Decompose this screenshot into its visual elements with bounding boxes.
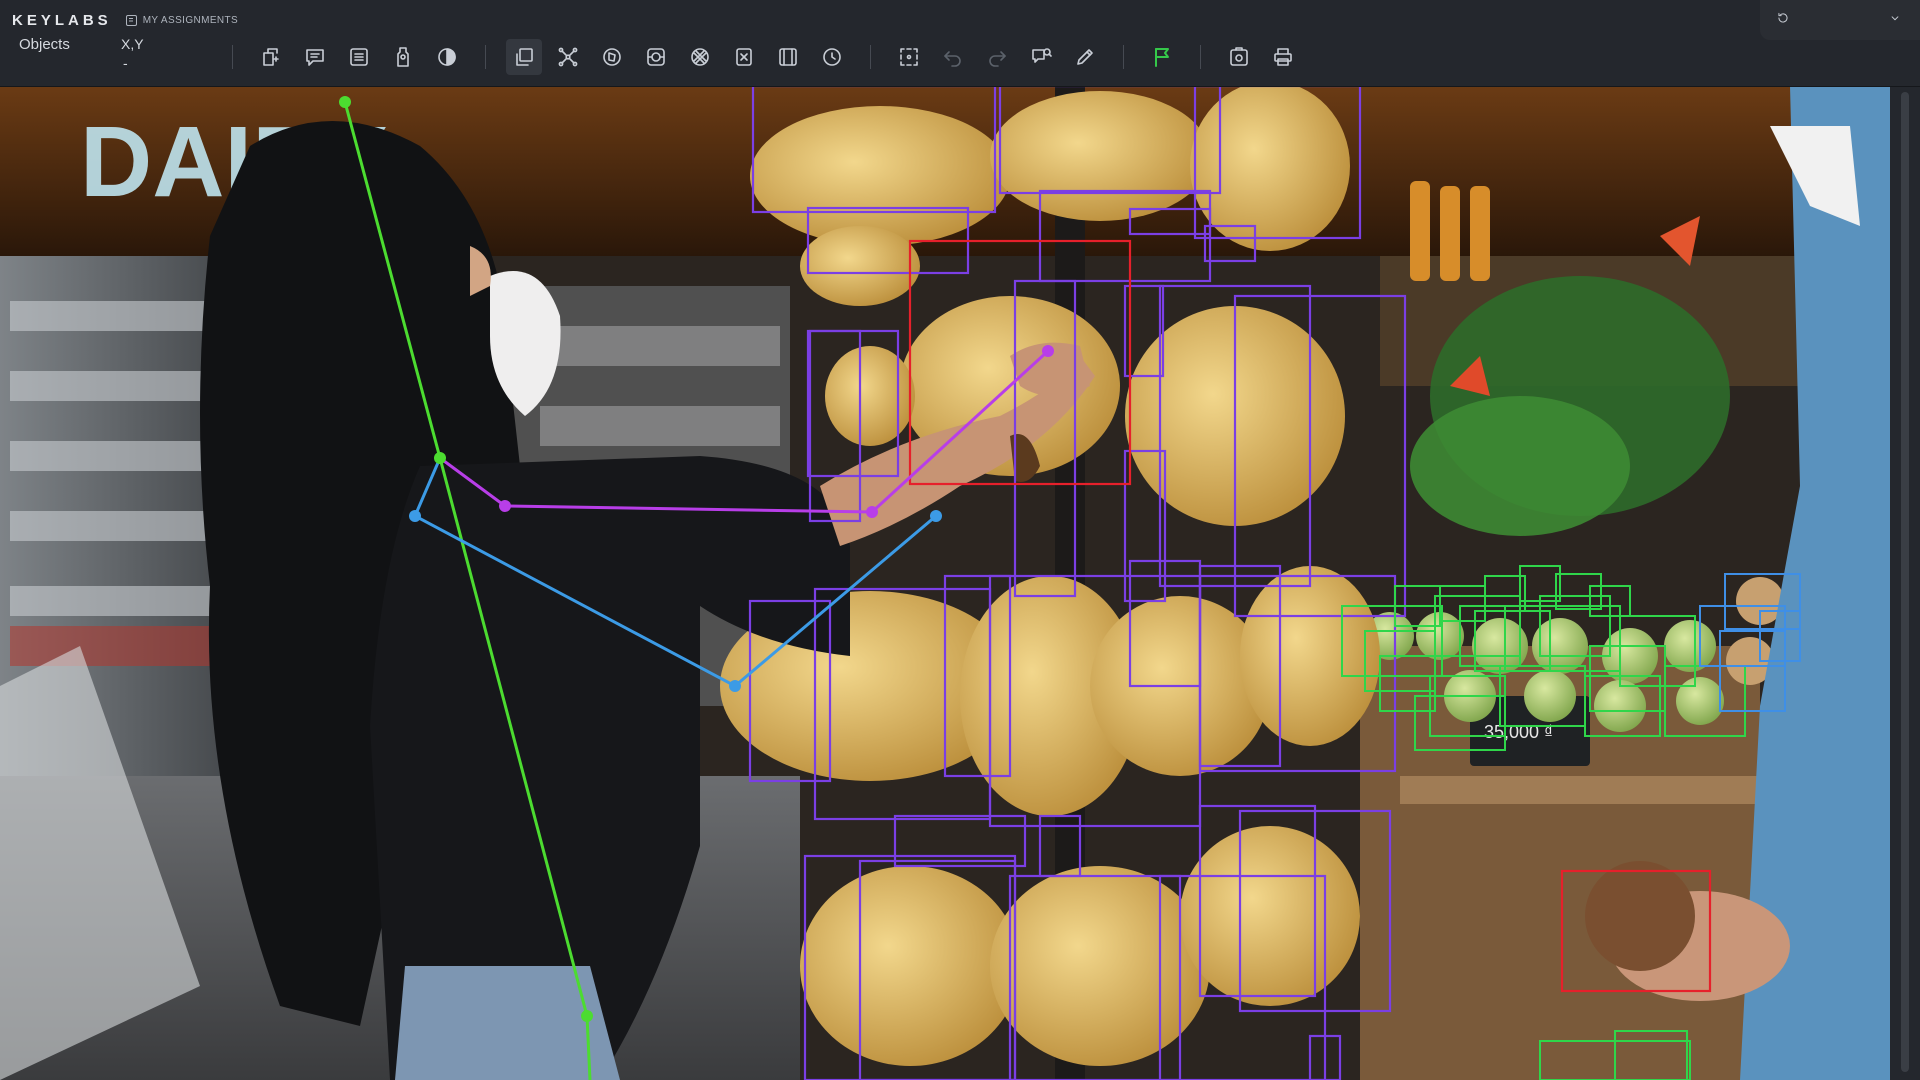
history-icon[interactable] <box>1776 11 1790 30</box>
brand-row: KEYLABS MY ASSIGNMENTS <box>12 9 238 31</box>
app-logo: KEYLABS <box>12 11 112 29</box>
snapshot-icon[interactable] <box>1221 39 1257 75</box>
toolbar-separator <box>870 45 871 69</box>
select-icon[interactable] <box>891 39 927 75</box>
tag-icon[interactable] <box>385 39 421 75</box>
annotation-canvas[interactable]: DAIRY 35,000 ₫ <box>0 86 1890 1080</box>
my-assignments-link[interactable]: MY ASSIGNMENTS <box>125 14 239 26</box>
comment-icon[interactable] <box>297 39 333 75</box>
objects-label: Objects <box>19 36 70 53</box>
keypoint-right-elbow[interactable] <box>866 506 878 518</box>
copy-icon[interactable] <box>506 39 542 75</box>
scrollbar-thumb[interactable] <box>1901 92 1909 1072</box>
vertical-scrollbar[interactable] <box>1890 86 1920 1080</box>
xy-value: - <box>123 55 128 71</box>
annotation-toolbar <box>232 39 1305 75</box>
print-icon[interactable] <box>1265 39 1301 75</box>
keypoint-head[interactable] <box>339 96 351 108</box>
semantic-icon[interactable] <box>638 39 674 75</box>
flag-icon[interactable] <box>1144 39 1180 75</box>
mask-icon[interactable] <box>682 39 718 75</box>
keypoint-neck[interactable] <box>434 452 446 464</box>
toolbar-separator <box>1123 45 1124 69</box>
skeleton-icon[interactable] <box>550 39 586 75</box>
chevron-down-icon[interactable] <box>1888 11 1902 30</box>
timer-icon[interactable] <box>814 39 850 75</box>
assignments-icon <box>125 14 137 26</box>
keypoint-right-shoulder[interactable] <box>499 500 511 512</box>
keypoint-right-wrist[interactable] <box>1042 345 1054 357</box>
toolbar-separator <box>485 45 486 69</box>
contrast-icon[interactable] <box>429 39 465 75</box>
xy-label: X,Y <box>121 36 144 52</box>
undo-icon[interactable] <box>935 39 971 75</box>
erase-icon[interactable] <box>726 39 762 75</box>
keypoint-left-shoulder[interactable] <box>409 510 421 522</box>
keypoint-left-wrist[interactable] <box>930 510 942 522</box>
edit-icon[interactable] <box>1067 39 1103 75</box>
top-toolbar: KEYLABS MY ASSIGNMENTS Objects X,Y - <box>0 0 1920 87</box>
new-object-icon[interactable] <box>253 39 289 75</box>
scene-image[interactable]: DAIRY 35,000 ₫ <box>0 86 1890 1080</box>
toolbar-separator <box>1200 45 1201 69</box>
review-icon[interactable] <box>1023 39 1059 75</box>
top-right-panel <box>1760 0 1920 40</box>
toolbar-separator <box>232 45 233 69</box>
my-assignments-label: MY ASSIGNMENTS <box>142 14 239 26</box>
grid-icon[interactable] <box>770 39 806 75</box>
keypoint-hip[interactable] <box>581 1010 593 1022</box>
polygon-icon[interactable] <box>594 39 630 75</box>
redo-icon[interactable] <box>979 39 1015 75</box>
list-icon[interactable] <box>341 39 377 75</box>
keypoint-left-elbow[interactable] <box>729 680 741 692</box>
